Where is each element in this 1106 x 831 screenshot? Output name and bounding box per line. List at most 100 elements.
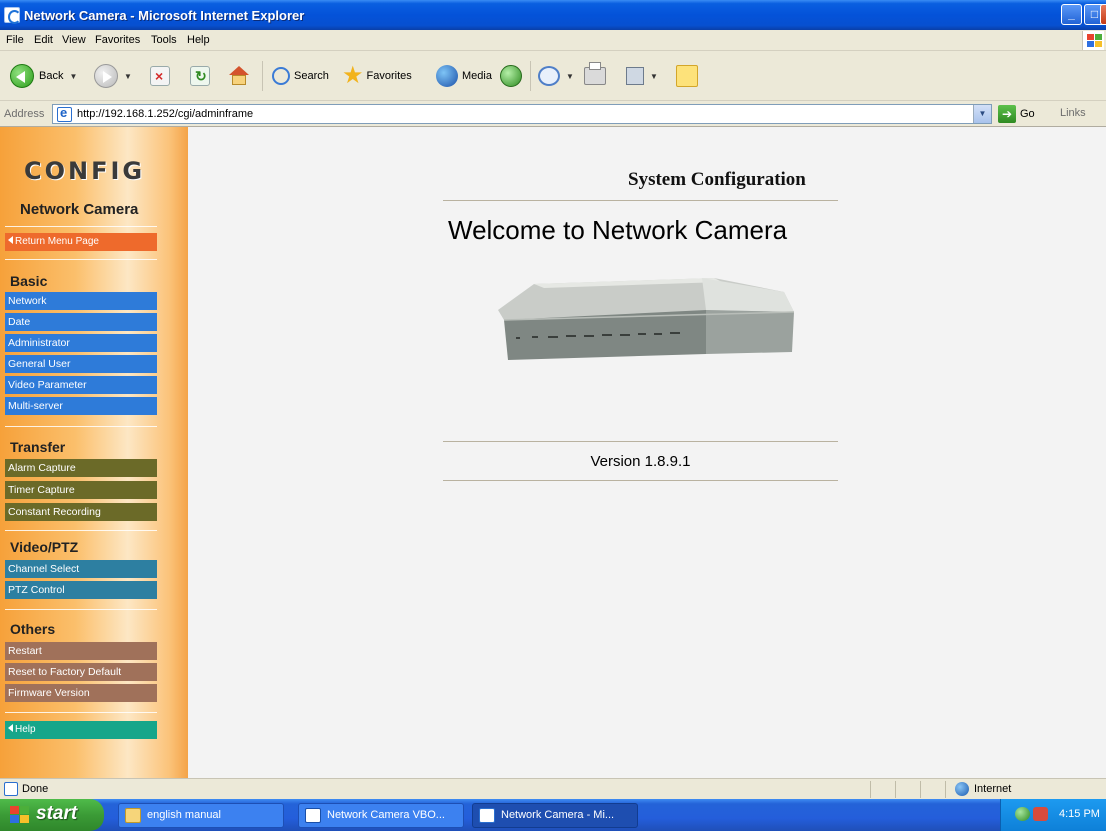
home-button[interactable] (228, 59, 250, 93)
close-button[interactable]: X (1100, 4, 1106, 25)
nav-constant-recording[interactable]: Constant Recording (5, 503, 157, 521)
toolbar-separator (262, 61, 263, 91)
forward-button[interactable]: ▼ (94, 59, 132, 93)
print-button[interactable] (584, 59, 606, 93)
task-label: Network Camera VBO... (327, 809, 445, 821)
welcome-heading: Welcome to Network Camera (448, 215, 788, 245)
nav-network[interactable]: Network (5, 292, 157, 310)
nav-timer-capture[interactable]: Timer Capture (5, 481, 157, 499)
task-label: Network Camera - Mi... (501, 809, 615, 821)
divider (5, 609, 157, 610)
go-label: Go (1020, 108, 1035, 120)
media-button[interactable]: Media (436, 59, 492, 93)
back-arrow-icon (10, 64, 34, 88)
folder-icon (125, 808, 141, 823)
system-tray: 4:15 PM (1000, 799, 1106, 831)
chevron-down-icon: ▼ (650, 71, 658, 81)
divider (5, 530, 157, 531)
search-button[interactable]: Search (272, 59, 329, 93)
task-label: english manual (147, 809, 221, 821)
refresh-button[interactable]: ↻ (190, 59, 210, 93)
media-label: Media (462, 70, 492, 82)
menu-view[interactable]: View (62, 34, 86, 46)
nav-restart[interactable]: Restart (5, 642, 157, 660)
back-label: Back (39, 70, 64, 82)
menu-help[interactable]: Help (187, 34, 210, 46)
home-icon (228, 66, 250, 86)
search-label: Search (294, 70, 329, 82)
nav-multi-server[interactable]: Multi-server (5, 397, 157, 415)
nav-reset-factory-default[interactable]: Reset to Factory Default (5, 663, 157, 681)
task-word-document[interactable]: Network Camera VBO... (298, 803, 464, 828)
toolbar: Back ▼ ▼ × ↻ Search ★ Favorites Media ▼ … (0, 51, 1106, 101)
page-title: System Configuration (628, 169, 806, 190)
status-text: Done (22, 783, 49, 795)
media-icon (436, 65, 458, 87)
page-done-icon (4, 782, 18, 796)
menu-file[interactable]: File (6, 34, 24, 46)
nav-date[interactable]: Date (5, 313, 157, 331)
address-input[interactable]: http://192.168.1.252/cgi/adminframe ▼ (52, 104, 992, 124)
help-button[interactable]: Help (5, 721, 157, 739)
go-button[interactable]: ➔ Go (998, 105, 1035, 123)
camera-device-image (498, 278, 795, 360)
nav-administrator[interactable]: Administrator (5, 334, 157, 352)
nav-alarm-capture[interactable]: Alarm Capture (5, 459, 157, 477)
taskbar: start english manual Network Camera VBO.… (0, 799, 1106, 831)
page-icon (57, 105, 72, 122)
stop-button[interactable]: × (150, 59, 170, 93)
task-english-manual[interactable]: english manual (118, 803, 284, 828)
return-menu-button[interactable]: Return Menu Page (5, 233, 157, 251)
messenger-button[interactable] (676, 59, 698, 93)
security-alert-icon[interactable] (1033, 807, 1048, 821)
back-button[interactable]: Back ▼ (10, 59, 77, 93)
divider (5, 259, 157, 260)
divider (5, 226, 157, 227)
menu-edit[interactable]: Edit (34, 34, 53, 46)
window-title: Network Camera - Microsoft Internet Expl… (24, 8, 305, 23)
divider (443, 480, 838, 481)
ie-icon (479, 808, 495, 823)
security-zone: Internet (974, 783, 1012, 795)
note-icon (676, 65, 698, 87)
menu-tools[interactable]: Tools (151, 34, 177, 46)
ie-icon (4, 7, 21, 24)
section-transfer: Transfer (10, 439, 66, 455)
window-titlebar[interactable]: Network Camera - Microsoft Internet Expl… (0, 0, 1106, 30)
config-sidebar: CONFIG Network Camera Return Menu Page B… (0, 127, 188, 778)
status-separator (895, 781, 896, 798)
address-label: Address (4, 108, 45, 120)
nav-ptz-control[interactable]: PTZ Control (5, 581, 157, 599)
clock: 4:15 PM (1059, 808, 1100, 820)
section-video-ptz: Video/PTZ (10, 539, 79, 555)
divider (5, 426, 157, 427)
task-internet-explorer[interactable]: Network Camera - Mi... (472, 803, 638, 828)
config-title: CONFIG (24, 157, 146, 185)
menu-favorites[interactable]: Favorites (95, 34, 140, 46)
toolbar-separator (530, 61, 531, 91)
mail-button[interactable]: ▼ (538, 59, 574, 93)
start-button[interactable]: start (0, 799, 104, 831)
address-url: http://192.168.1.252/cgi/adminframe (77, 108, 254, 120)
history-button[interactable] (500, 59, 522, 93)
start-label: start (36, 803, 78, 824)
links-button[interactable]: Links (1060, 107, 1086, 119)
return-menu-label: Return Menu Page (15, 236, 99, 247)
network-tray-icon[interactable] (1015, 807, 1030, 821)
section-others: Others (10, 621, 56, 637)
minimize-button[interactable]: _ (1061, 4, 1082, 25)
chevron-down-icon[interactable]: ▼ (973, 105, 991, 123)
config-subtitle: Network Camera (20, 201, 139, 218)
favorites-button[interactable]: ★ Favorites (342, 59, 412, 93)
section-basic: Basic (10, 273, 48, 289)
nav-general-user[interactable]: General User (5, 355, 157, 373)
refresh-icon: ↻ (190, 66, 210, 86)
divider (443, 200, 838, 201)
nav-channel-select[interactable]: Channel Select (5, 560, 157, 578)
menu-bar: File Edit View Favorites Tools Help (0, 30, 1106, 51)
globe-icon (955, 782, 969, 796)
nav-firmware-version[interactable]: Firmware Version (5, 684, 157, 702)
divider (443, 441, 838, 442)
nav-video-parameter[interactable]: Video Parameter (5, 376, 157, 394)
edit-button[interactable]: ▼ (626, 59, 658, 93)
